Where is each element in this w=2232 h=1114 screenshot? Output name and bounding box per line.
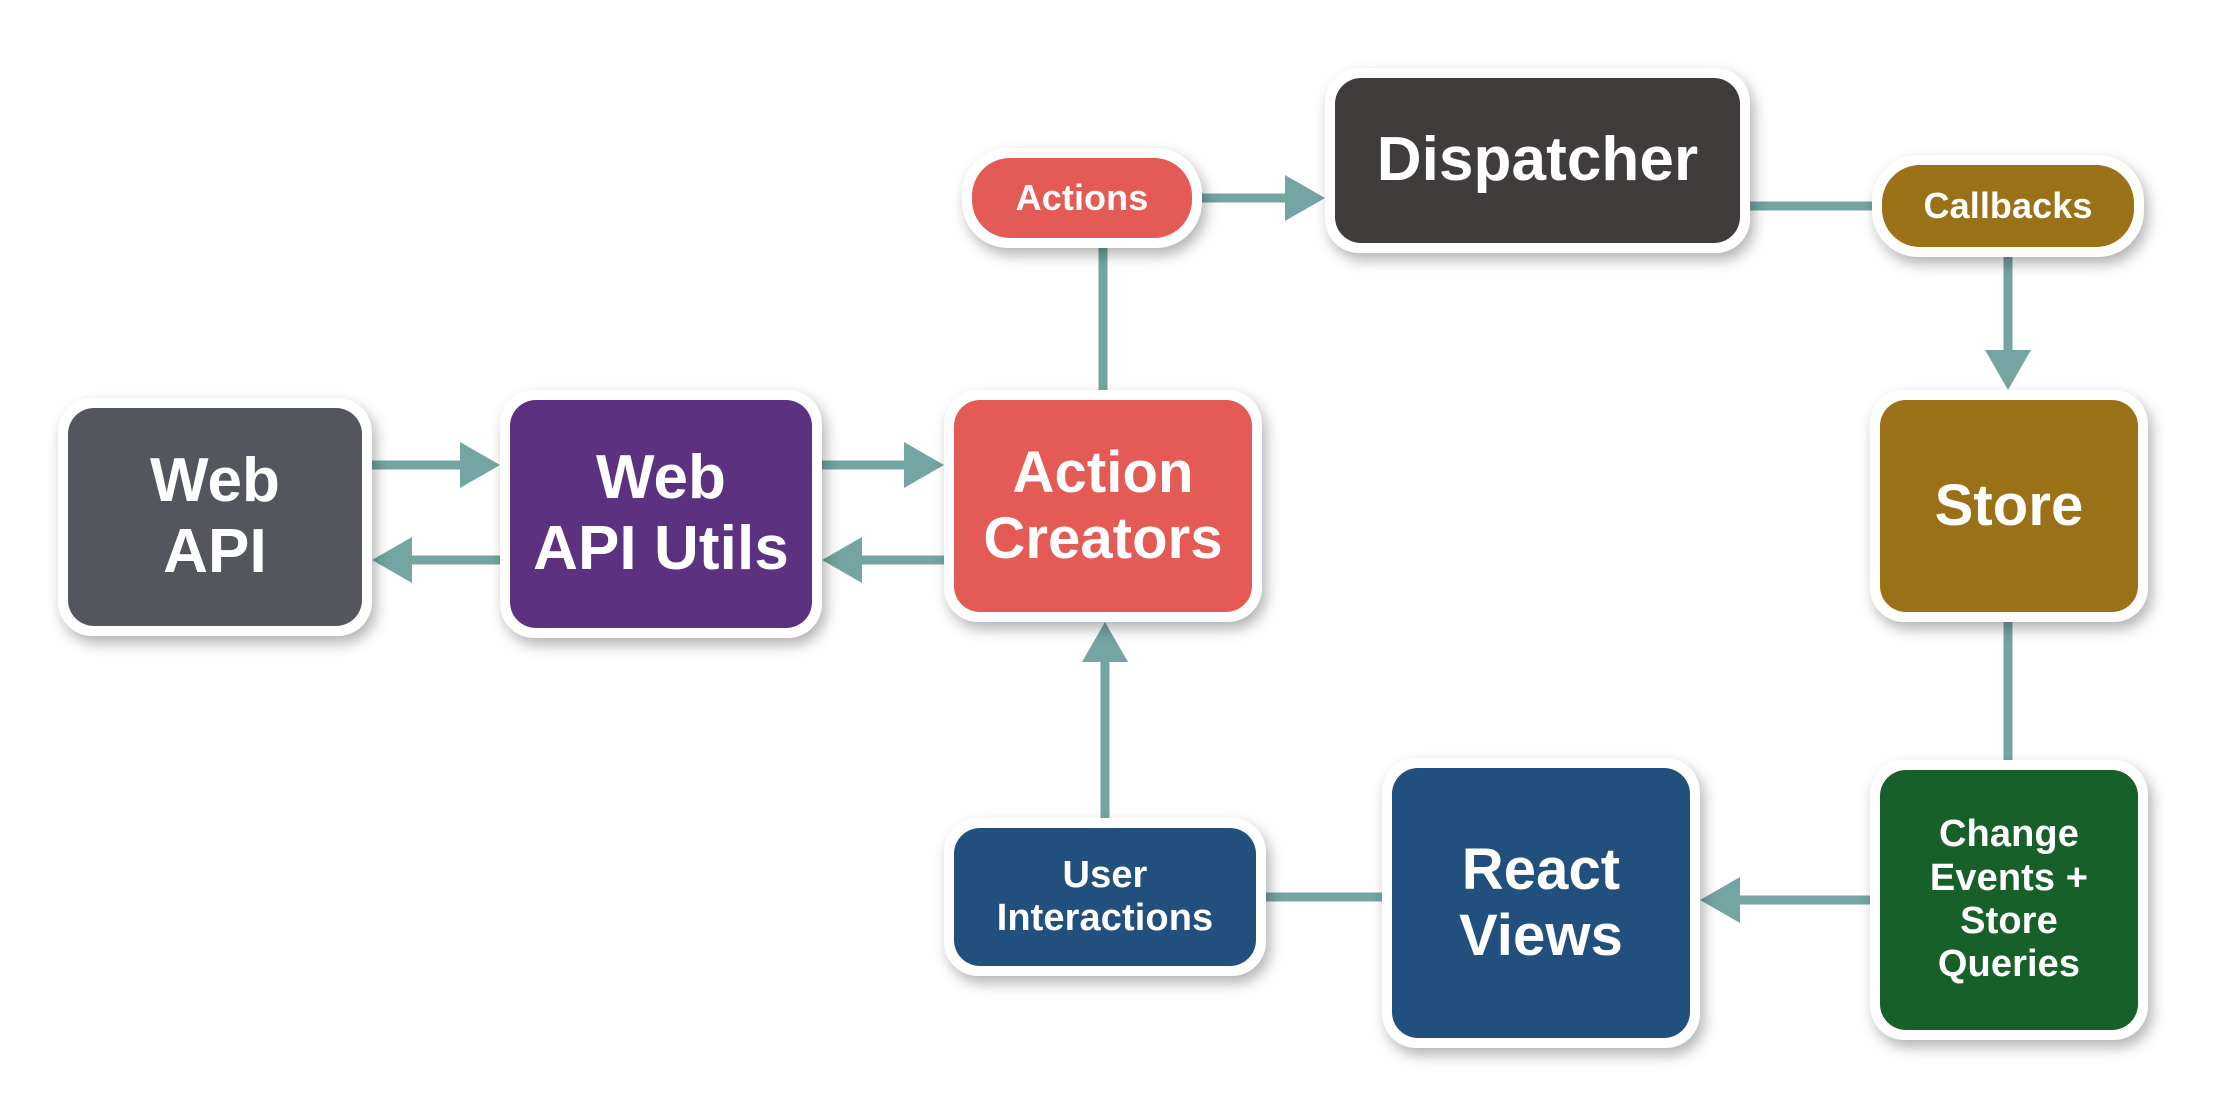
node-callbacks[interactable]: Callbacks [1872, 155, 2144, 257]
node-store[interactable]: Store [1870, 390, 2148, 622]
node-web-api-label: Web API [149, 446, 281, 586]
edge-change-events-to-react-views [1700, 877, 1870, 923]
node-actions-label: Actions [1015, 177, 1149, 219]
node-user-interactions[interactable]: User Interactions [944, 818, 1266, 976]
node-dispatcher-label: Dispatcher [1376, 125, 1699, 195]
node-callbacks-body: Callbacks [1882, 165, 2134, 247]
node-actions-body: Actions [972, 158, 1192, 238]
node-web-api-utils-body: Web API Utils [510, 400, 812, 628]
flux-diagram-canvas: Web API Web API Utils Action Creators Ac… [0, 0, 2232, 1114]
node-callbacks-label: Callbacks [1923, 185, 2093, 227]
node-web-api[interactable]: Web API [58, 398, 372, 636]
node-web-api-utils-label: Web API Utils [533, 443, 789, 583]
node-action-creators-label: Action Creators [983, 439, 1223, 571]
node-change-events-label: Change Events + Store Queries [1929, 813, 2089, 986]
edge-actions-to-dispatcher [1202, 175, 1325, 221]
node-web-api-body: Web API [68, 408, 362, 626]
node-store-label: Store [1934, 472, 2084, 538]
edge-web-api-to-web-api-utils [372, 442, 500, 488]
edge-user-interactions-to-action-creators [1082, 622, 1128, 818]
edge-action-creators-to-web-api-utils [822, 537, 944, 583]
node-action-creators[interactable]: Action Creators [944, 390, 1262, 622]
node-web-api-utils[interactable]: Web API Utils [500, 390, 822, 638]
node-action-creators-body: Action Creators [954, 400, 1252, 612]
node-change-events-body: Change Events + Store Queries [1880, 770, 2138, 1030]
node-store-body: Store [1880, 400, 2138, 612]
node-dispatcher[interactable]: Dispatcher [1325, 68, 1750, 253]
node-react-views-body: React Views [1392, 768, 1690, 1038]
node-dispatcher-body: Dispatcher [1335, 78, 1740, 243]
node-change-events[interactable]: Change Events + Store Queries [1870, 760, 2148, 1040]
edge-web-api-utils-to-action-creators [822, 442, 944, 488]
node-react-views[interactable]: React Views [1382, 758, 1700, 1048]
edge-web-api-utils-to-web-api [372, 537, 500, 583]
node-user-interactions-label: User Interactions [996, 853, 1214, 939]
edge-callbacks-to-store [1985, 257, 2031, 390]
node-react-views-label: React Views [1459, 836, 1623, 968]
node-user-interactions-body: User Interactions [954, 828, 1256, 966]
node-actions[interactable]: Actions [962, 148, 1202, 248]
